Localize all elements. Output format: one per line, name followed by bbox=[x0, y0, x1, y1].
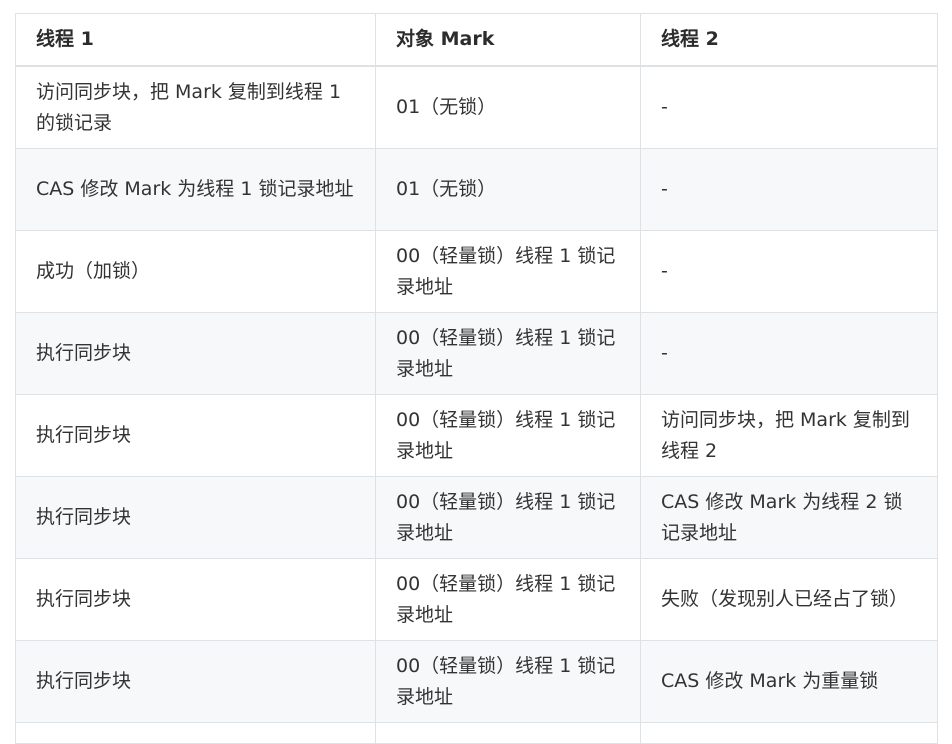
cell-thread-2: 失败（发现别人已经占了锁） bbox=[640, 558, 938, 641]
header-thread-2: 线程 2 bbox=[640, 13, 938, 67]
table-row: 执行同步块 00（轻量锁）线程 1 锁记录地址 失败（发现别人已经占了锁） bbox=[15, 558, 938, 641]
cell-thread-1: 执行同步块 bbox=[15, 558, 376, 641]
cell-thread-2: CAS 修改 Mark 为重量锁 bbox=[640, 640, 938, 723]
cell-thread-1: 访问同步块，把 Mark 复制到线程 1 的锁记录 bbox=[15, 65, 376, 149]
cell-object-mark: 00（轻量锁）线程 1 锁记录地址 bbox=[375, 640, 641, 723]
lock-state-table: 线程 1 对象 Mark 线程 2 访问同步块，把 Mark 复制到线程 1 的… bbox=[15, 13, 938, 744]
table-row: CAS 修改 Mark 为线程 1 锁记录地址 01（无锁） - bbox=[15, 148, 938, 231]
cell-object-mark: 00（轻量锁）线程 1 锁记录地址 bbox=[375, 230, 641, 313]
cell-object-mark: 00（轻量锁）线程 1 锁记录地址 bbox=[375, 312, 641, 395]
cell-object-mark: 01（无锁） bbox=[375, 65, 641, 149]
cell-thread-2: CAS 修改 Mark 为线程 2 锁记录地址 bbox=[640, 476, 938, 559]
cell-object-mark: 00（轻量锁）线程 1 锁记录地址 bbox=[375, 476, 641, 559]
table-row: 执行同步块 00（轻量锁）线程 1 锁记录地址 CAS 修改 Mark 为重量锁 bbox=[15, 640, 938, 723]
header-object-mark: 对象 Mark bbox=[375, 13, 641, 67]
table-row: 执行同步块 00（轻量锁）线程 1 锁记录地址 CAS 修改 Mark 为线程 … bbox=[15, 476, 938, 559]
cell-thread-2: - bbox=[640, 312, 938, 395]
table-row: 执行同步块 00（轻量锁）线程 1 锁记录地址 - bbox=[15, 312, 938, 395]
header-thread-1: 线程 1 bbox=[15, 13, 376, 67]
cell-thread-2: - bbox=[640, 230, 938, 313]
cell-thread-2: - bbox=[640, 65, 938, 149]
cell-thread-2: - bbox=[640, 148, 938, 231]
table-row-cut-off bbox=[15, 722, 938, 744]
cell-empty bbox=[640, 722, 938, 744]
cell-thread-1: CAS 修改 Mark 为线程 1 锁记录地址 bbox=[15, 148, 376, 231]
table-row: 成功（加锁） 00（轻量锁）线程 1 锁记录地址 - bbox=[15, 230, 938, 313]
cell-thread-1: 执行同步块 bbox=[15, 640, 376, 723]
cell-thread-1: 执行同步块 bbox=[15, 312, 376, 395]
cell-thread-2: 访问同步块，把 Mark 复制到线程 2 bbox=[640, 394, 938, 477]
cell-object-mark: 01（无锁） bbox=[375, 148, 641, 231]
lock-state-table-container: 线程 1 对象 Mark 线程 2 访问同步块，把 Mark 复制到线程 1 的… bbox=[15, 13, 938, 744]
table-header-row: 线程 1 对象 Mark 线程 2 bbox=[15, 13, 938, 67]
cell-empty bbox=[15, 722, 376, 744]
cell-empty bbox=[375, 722, 641, 744]
cell-thread-1: 执行同步块 bbox=[15, 394, 376, 477]
table-row: 执行同步块 00（轻量锁）线程 1 锁记录地址 访问同步块，把 Mark 复制到… bbox=[15, 394, 938, 477]
cell-thread-1: 执行同步块 bbox=[15, 476, 376, 559]
cell-thread-1: 成功（加锁） bbox=[15, 230, 376, 313]
cell-object-mark: 00（轻量锁）线程 1 锁记录地址 bbox=[375, 558, 641, 641]
table-row: 访问同步块，把 Mark 复制到线程 1 的锁记录 01（无锁） - bbox=[15, 65, 938, 149]
cell-object-mark: 00（轻量锁）线程 1 锁记录地址 bbox=[375, 394, 641, 477]
